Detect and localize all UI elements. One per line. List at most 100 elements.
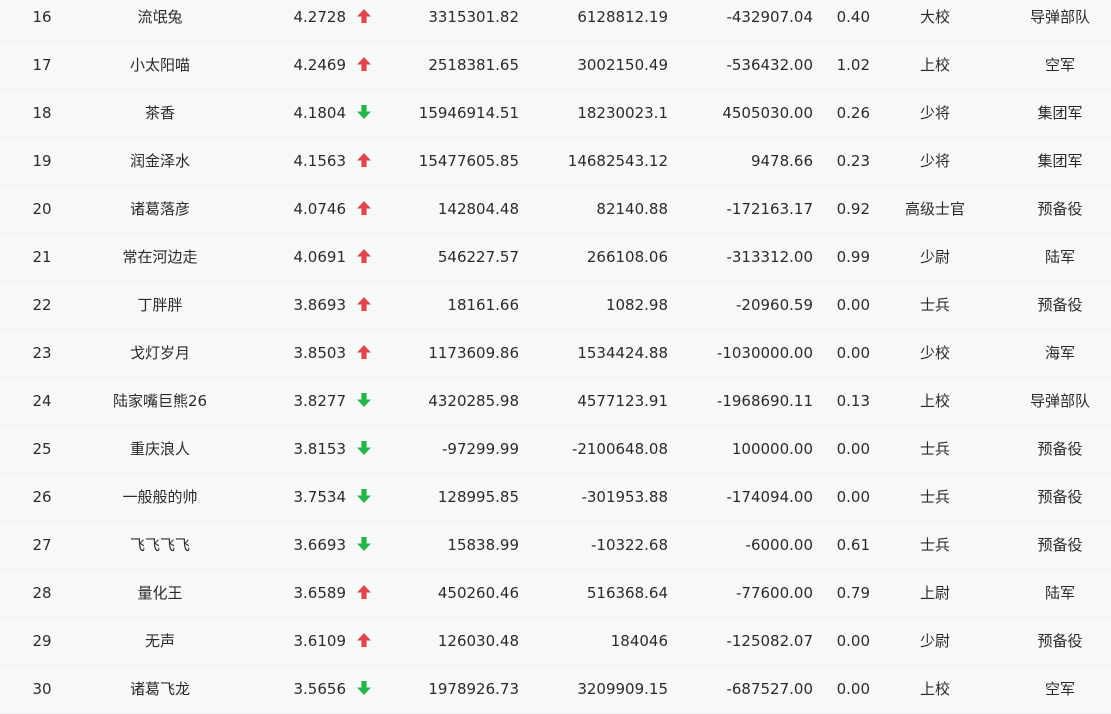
player-name-cell: 量化王 [137, 584, 183, 602]
value-2-cell: -10322.68 [591, 536, 668, 554]
rank-cell: 18 [32, 104, 52, 122]
trend-cell [352, 282, 376, 329]
value-3-cell: -77600.00 [736, 584, 813, 602]
value-3-cell: 9478.66 [750, 152, 813, 170]
value-1-cell: -97299.99 [442, 440, 519, 458]
ratio-cell: 0.00 [836, 296, 870, 314]
rank-cell: 29 [32, 632, 52, 650]
value-3-cell: -313312.00 [726, 248, 813, 266]
table-row[interactable]: 27 飞飞飞飞 3.6693 15838.99 -10322.68 -6000.00 0.6… [0, 522, 1111, 570]
player-name-cell: 丁胖胖 [137, 296, 183, 314]
rank-cell: 21 [32, 248, 52, 266]
rank-cell: 19 [32, 152, 52, 170]
trend-cell [352, 42, 376, 89]
leaderboard-table: 16 流氓兔 4.2728 3315301.82 6128812.19 -432907.0… [0, 0, 1111, 714]
ratio-cell: 0.00 [836, 344, 870, 362]
arrow-up-icon [356, 248, 372, 266]
ratio-cell: 0.26 [836, 104, 870, 122]
military-rank-cell: 少校 [919, 344, 950, 362]
value-3-cell: 100000.00 [731, 440, 813, 458]
table-row[interactable]: 25 重庆浪人 3.8153 -97299.99 -2100648.08 100000.0… [0, 426, 1111, 474]
rank-cell: 23 [32, 344, 52, 362]
value-1-cell: 1173609.86 [428, 344, 519, 362]
trend-cell [352, 186, 376, 233]
arrow-up-icon [356, 344, 372, 362]
military-rank-cell: 士兵 [919, 296, 950, 314]
player-name-cell: 茶香 [144, 104, 175, 122]
unit-cell: 导弹部队 [1029, 392, 1090, 410]
ratio-cell: 0.61 [836, 536, 870, 554]
table-row[interactable]: 18 茶香 4.1804 15946914.51 18230023.1 4505030.0… [0, 90, 1111, 138]
player-name-cell: 重庆浪人 [129, 440, 190, 458]
ratio-cell: 0.40 [836, 8, 870, 26]
table-row[interactable]: 20 诸葛落彦 4.0746 142804.48 82140.88 -172163.17 0… [0, 186, 1111, 234]
military-rank-cell: 少将 [919, 104, 950, 122]
value-3-cell: -20960.59 [736, 296, 813, 314]
military-rank-cell: 上尉 [919, 584, 950, 602]
ratio-cell: 0.99 [836, 248, 870, 266]
unit-cell: 预备役 [1037, 440, 1083, 458]
table-row[interactable]: 21 常在河边走 4.0691 546227.57 266108.06 -313312.0… [0, 234, 1111, 282]
score-cell: 3.8693 [293, 296, 347, 314]
table-row[interactable]: 16 流氓兔 4.2728 3315301.82 6128812.19 -432907.0… [0, 0, 1111, 42]
table-row[interactable]: 17 小太阳喵 4.2469 2518381.65 3002150.49 -536432.… [0, 42, 1111, 90]
score-cell: 3.8277 [293, 392, 347, 410]
arrow-down-icon [356, 488, 372, 506]
table-row[interactable]: 24 陆家嘴巨熊26 3.8277 4320285.98 4577123.91 -1968… [0, 378, 1111, 426]
arrow-up-icon [356, 56, 372, 74]
score-cell: 4.2469 [293, 56, 347, 74]
score-cell: 3.6589 [293, 584, 347, 602]
score-cell: 4.2728 [293, 8, 347, 26]
military-rank-cell: 少尉 [919, 632, 950, 650]
trend-cell [352, 666, 376, 713]
military-rank-cell: 上校 [919, 392, 950, 410]
table-row[interactable]: 28 量化王 3.6589 450260.46 516368.64 -77600.00 0.… [0, 570, 1111, 618]
value-2-cell: 1534424.88 [577, 344, 668, 362]
table-row[interactable]: 19 润金泽水 4.1563 15477605.85 14682543.12 9478.6… [0, 138, 1111, 186]
rank-cell: 17 [32, 56, 52, 74]
rank-cell: 28 [32, 584, 52, 602]
unit-cell: 海军 [1044, 344, 1075, 362]
trend-cell [352, 570, 376, 617]
table-row[interactable]: 26 一般般的帅 3.7534 128995.85 -301953.88 -174094.… [0, 474, 1111, 522]
table-row[interactable]: 29 无声 3.6109 126030.48 184046 -125082.07 0.00 少… [0, 618, 1111, 666]
score-cell: 3.6109 [293, 632, 347, 650]
score-cell: 4.0746 [293, 200, 347, 218]
ratio-cell: 0.13 [836, 392, 870, 410]
player-name-cell: 无声 [144, 632, 175, 650]
player-name-cell: 润金泽水 [129, 152, 190, 170]
military-rank-cell: 少尉 [919, 248, 950, 266]
unit-cell: 集团军 [1037, 152, 1083, 170]
trend-cell [352, 426, 376, 473]
table-row[interactable]: 30 诸葛飞龙 3.5656 1978926.73 3209909.15 -687527.… [0, 666, 1111, 714]
unit-cell: 集团军 [1037, 104, 1083, 122]
table-row[interactable]: 23 戈灯岁月 3.8503 1173609.86 1534424.88 -1030000… [0, 330, 1111, 378]
player-name-cell: 诸葛落彦 [129, 200, 190, 218]
table-row[interactable]: 22 丁胖胖 3.8693 18161.66 1082.98 -20960.59 0.00 士… [0, 282, 1111, 330]
value-2-cell: 184046 [610, 632, 668, 650]
unit-cell: 预备役 [1037, 632, 1083, 650]
trend-cell [352, 138, 376, 185]
score-cell: 4.1804 [293, 104, 347, 122]
value-3-cell: -432907.04 [726, 8, 813, 26]
ratio-cell: 1.02 [836, 56, 870, 74]
ratio-cell: 0.00 [836, 680, 870, 698]
arrow-up-icon [356, 152, 372, 170]
ratio-cell: 0.00 [836, 632, 870, 650]
value-3-cell: -6000.00 [745, 536, 813, 554]
trend-cell [352, 378, 376, 425]
score-cell: 3.5656 [293, 680, 347, 698]
value-1-cell: 546227.57 [437, 248, 519, 266]
rank-cell: 16 [32, 8, 52, 26]
unit-cell: 空军 [1044, 56, 1075, 74]
value-2-cell: 266108.06 [586, 248, 668, 266]
trend-cell [352, 474, 376, 521]
ratio-cell: 0.79 [836, 584, 870, 602]
arrow-down-icon [356, 536, 372, 554]
military-rank-cell: 高级士官 [904, 200, 965, 218]
military-rank-cell: 士兵 [919, 440, 950, 458]
unit-cell: 预备役 [1037, 488, 1083, 506]
unit-cell: 预备役 [1037, 296, 1083, 314]
value-2-cell: 516368.64 [586, 584, 668, 602]
trend-cell [352, 234, 376, 281]
